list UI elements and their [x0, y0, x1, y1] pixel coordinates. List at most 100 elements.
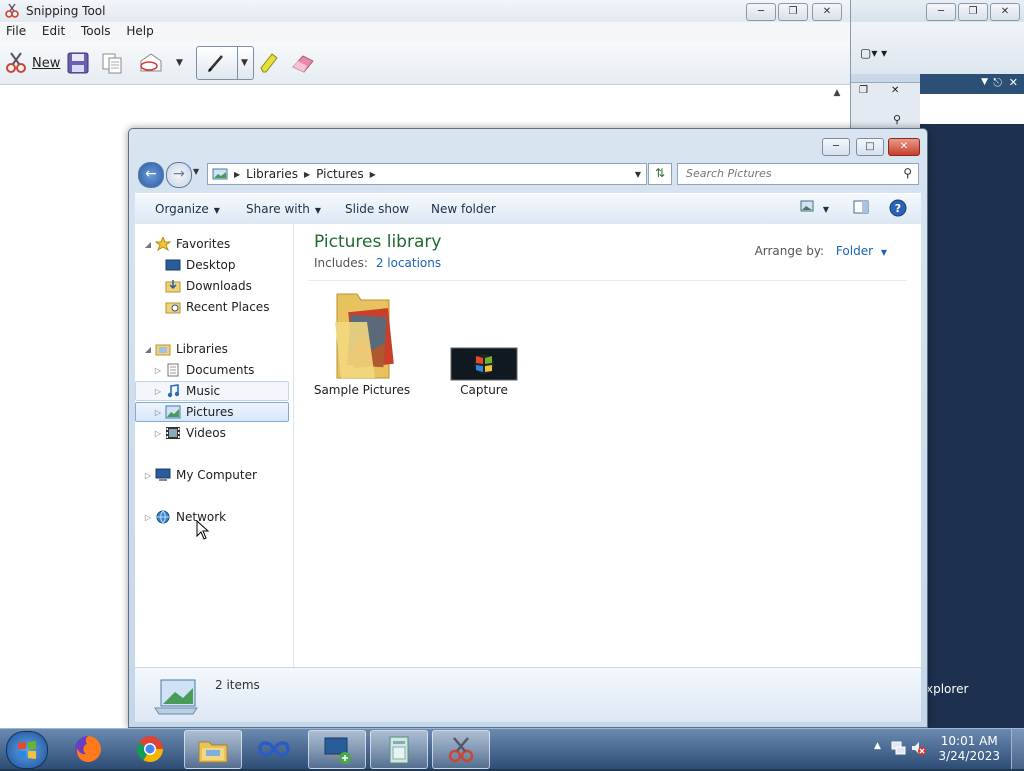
- tree-downloads[interactable]: Downloads: [153, 276, 252, 296]
- explorer-maximize-button[interactable]: □: [856, 138, 884, 156]
- back-button[interactable]: ←: [138, 162, 164, 188]
- send-dropdown-icon[interactable]: ▼: [176, 50, 183, 76]
- arrange-by-dropdown[interactable]: Folder: [836, 244, 873, 258]
- tree-libraries[interactable]: ◢ Libraries: [143, 339, 228, 359]
- collapse-arrow-icon[interactable]: ◢: [143, 240, 153, 249]
- tree-my-computer[interactable]: ▷ My Computer: [143, 465, 257, 485]
- close-button[interactable]: ✕: [812, 3, 842, 21]
- scroll-up-button[interactable]: ▲: [830, 88, 844, 102]
- highlighter-icon: [260, 53, 278, 73]
- explorer-minimize-button[interactable]: ─: [822, 138, 850, 156]
- collapse-arrow-icon[interactable]: ◢: [143, 345, 153, 354]
- network-icon[interactable]: [890, 740, 906, 756]
- taskbar-chrome[interactable]: [122, 730, 178, 767]
- send-snip-button[interactable]: [138, 50, 164, 76]
- expand-arrow-icon[interactable]: ▷: [153, 366, 163, 375]
- volume-muted-icon[interactable]: [910, 740, 926, 756]
- breadcrumb-arrow-icon[interactable]: ▶: [370, 170, 376, 179]
- pen-icon: [208, 55, 223, 72]
- forward-button[interactable]: →: [166, 162, 192, 188]
- new-snip-button[interactable]: New: [4, 50, 60, 76]
- slide-show-button[interactable]: Slide show: [345, 202, 409, 216]
- eraser-button[interactable]: [290, 50, 316, 76]
- address-dropdown-icon[interactable]: ▼: [635, 170, 641, 179]
- tree-network[interactable]: ▷ Network: [143, 507, 226, 527]
- preview-pane-button[interactable]: [853, 200, 869, 217]
- pin-icon[interactable]: ⎋: [993, 76, 1002, 90]
- refresh-button[interactable]: ⇅: [648, 163, 672, 185]
- recent-pages-dropdown-icon[interactable]: ▼: [193, 167, 199, 176]
- show-hidden-icons-button[interactable]: ▲: [874, 741, 881, 751]
- close-icon[interactable]: ✕: [1009, 76, 1018, 89]
- copy-button[interactable]: [100, 50, 124, 76]
- file-item-sample-pictures[interactable]: Sample Pictures: [312, 288, 412, 397]
- restore-button[interactable]: ❐: [778, 3, 808, 21]
- taskbar-explorer[interactable]: [184, 730, 242, 769]
- pen-dropdown-icon[interactable]: ▼: [237, 47, 248, 79]
- bg-minimize-button[interactable]: ─: [926, 3, 956, 21]
- clock[interactable]: 10:01 AM 3/24/2023: [938, 734, 1000, 764]
- new-label: New: [32, 55, 61, 71]
- minimize-button[interactable]: ─: [746, 3, 776, 21]
- send-mail-icon: [140, 53, 162, 72]
- firefox-icon: [75, 735, 101, 762]
- search-input[interactable]: [684, 166, 894, 181]
- bg-restore-button[interactable]: ❐: [958, 3, 988, 21]
- search-icon[interactable]: ⚲: [903, 166, 912, 180]
- tree-desktop[interactable]: Desktop: [153, 255, 236, 275]
- menu-tools[interactable]: Tools: [75, 22, 117, 40]
- expand-arrow-icon[interactable]: ▷: [143, 471, 153, 480]
- start-button[interactable]: [6, 731, 48, 769]
- snipping-titlebar: Snipping Tool: [0, 0, 850, 22]
- view-icon: [800, 200, 814, 212]
- show-desktop-button[interactable]: [1011, 729, 1024, 769]
- organize-label: Organize: [155, 202, 209, 216]
- bg-console-icon[interactable]: ▢▾ ▾: [860, 46, 887, 60]
- taskbar-remote-desktop[interactable]: [308, 730, 366, 769]
- save-button[interactable]: [66, 50, 90, 76]
- clock-time: 10:01 AM: [940, 734, 998, 748]
- address-bar[interactable]: ▶ Libraries ▶ Pictures ▶ ▼: [207, 163, 647, 185]
- breadcrumb-arrow-icon[interactable]: ▶: [304, 170, 310, 179]
- new-folder-button[interactable]: New folder: [431, 202, 496, 216]
- pen-button[interactable]: ▼: [196, 46, 254, 80]
- expand-arrow-icon[interactable]: ▷: [153, 429, 163, 438]
- menu-help[interactable]: Help: [120, 22, 159, 40]
- breadcrumb-pictures[interactable]: Pictures: [316, 167, 364, 181]
- tree-recent-places[interactable]: Recent Places: [153, 297, 269, 317]
- snipping-toolbar: New ▼ ▼: [0, 42, 850, 85]
- expand-arrow-icon[interactable]: ▷: [153, 408, 163, 417]
- bg-panel-restore-icon[interactable]: ❐: [859, 85, 868, 96]
- highlighter-button[interactable]: [258, 50, 280, 76]
- taskbar-app-document[interactable]: [370, 730, 428, 769]
- tree-music[interactable]: ▷ Music: [135, 381, 289, 401]
- help-button[interactable]: ?: [889, 199, 907, 220]
- taskbar-snipping-tool[interactable]: [432, 730, 490, 769]
- expand-arrow-icon[interactable]: ▷: [153, 387, 163, 396]
- menu-edit[interactable]: Edit: [36, 22, 71, 40]
- organize-button[interactable]: Organize ▼: [155, 202, 220, 216]
- tree-pictures[interactable]: ▷ Pictures: [135, 402, 289, 422]
- dropdown-icon[interactable]: ▼: [981, 77, 988, 87]
- file-item-capture[interactable]: Capture: [434, 288, 534, 397]
- tree-videos[interactable]: ▷ Videos: [153, 423, 226, 443]
- chrome-icon: [136, 735, 164, 762]
- share-with-button[interactable]: Share with ▼: [246, 202, 321, 216]
- chevron-down-icon[interactable]: ▼: [881, 248, 887, 257]
- bg-close-button[interactable]: ✕: [990, 3, 1020, 21]
- taskbar-firefox[interactable]: [60, 730, 116, 767]
- command-bar: Organize ▼ Share with ▼ Slide show New fol…: [135, 193, 921, 225]
- locations-link[interactable]: 2 locations: [376, 256, 441, 270]
- change-view-button[interactable]: ▼: [800, 200, 829, 215]
- menu-file[interactable]: File: [0, 22, 32, 40]
- tree-documents[interactable]: ▷ Documents: [153, 360, 255, 380]
- windows-logo-icon: [18, 741, 36, 759]
- divider: [308, 280, 907, 281]
- bg-panel-close-icon[interactable]: ✕: [891, 85, 899, 96]
- taskbar-app-infinity[interactable]: [246, 730, 302, 767]
- tree-favorites[interactable]: ◢ Favorites: [143, 234, 230, 254]
- breadcrumb-libraries[interactable]: Libraries: [246, 167, 298, 181]
- explorer-close-button[interactable]: ✕: [888, 138, 920, 156]
- breadcrumb-arrow-icon[interactable]: ▶: [234, 170, 240, 179]
- expand-arrow-icon[interactable]: ▷: [143, 513, 153, 522]
